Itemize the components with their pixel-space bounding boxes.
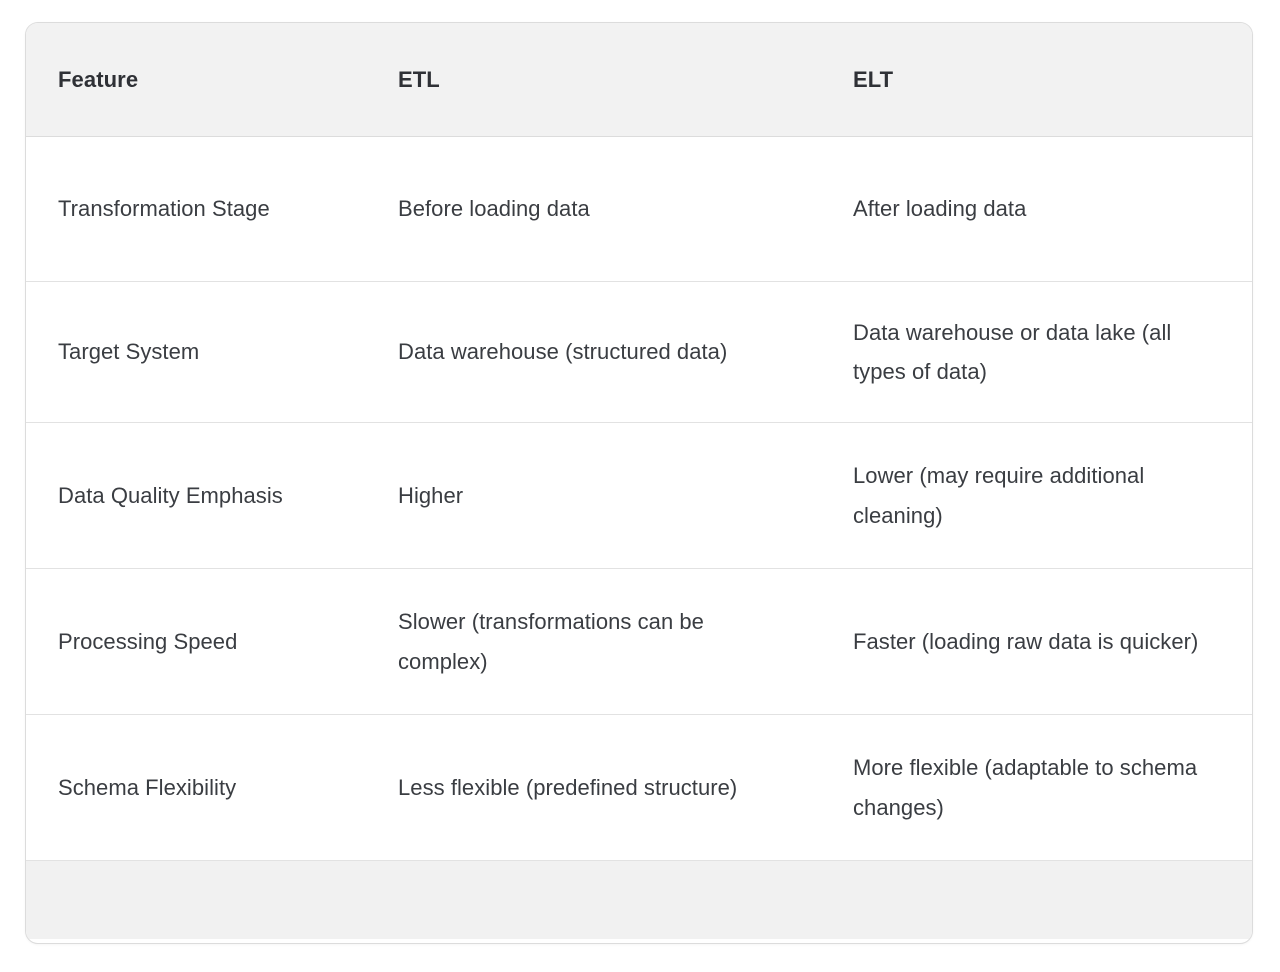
cell-feature: Transformation Stage: [26, 136, 366, 282]
cell-elt-text: Lower (may require additional cleaning): [853, 463, 1145, 528]
table-body: Transformation Stage Before loading data…: [26, 136, 1252, 861]
cell-elt: Faster (loading raw data is quicker): [821, 568, 1252, 715]
table-row: Schema Flexibility Less flexible (predef…: [26, 714, 1252, 861]
table-row: Transformation Stage Before loading data…: [26, 136, 1252, 282]
cell-etl-text: Higher: [398, 482, 464, 508]
column-header-etl-label: ETL: [398, 66, 440, 92]
header-row: Feature ETL ELT: [26, 23, 1252, 137]
cell-etl: Higher: [366, 422, 821, 569]
column-header-elt[interactable]: ELT: [821, 23, 1252, 137]
table-row: Data Quality Emphasis Higher Lower (may …: [26, 422, 1252, 569]
comparison-table-card: Feature ETL ELT Transformation Stage Bef…: [25, 22, 1253, 944]
cell-feature-text: Target System: [58, 339, 200, 365]
cell-etl: Before loading data: [366, 136, 821, 282]
table-row: Processing Speed Slower (transformations…: [26, 568, 1252, 715]
cell-etl-text: Data warehouse (structured data): [398, 339, 728, 365]
cell-etl: Slower (transformations can be complex): [366, 568, 821, 715]
cell-feature: Processing Speed: [26, 568, 366, 715]
cell-feature-text: Schema Flexibility: [58, 774, 237, 800]
table-footer: [26, 860, 1252, 939]
cell-elt-text: More flexible (adaptable to schema chang…: [853, 755, 1198, 820]
cell-elt: Data warehouse or data lake (all types o…: [821, 281, 1252, 423]
cell-elt: After loading data: [821, 136, 1252, 282]
comparison-table: Feature ETL ELT Transformation Stage Bef…: [26, 23, 1252, 939]
cell-feature: Target System: [26, 281, 366, 423]
column-header-feature[interactable]: Feature: [26, 23, 366, 137]
column-header-elt-label: ELT: [853, 66, 894, 92]
cell-etl-text: Before loading data: [398, 196, 590, 222]
cell-etl-text: Slower (transformations can be complex): [398, 609, 704, 674]
cell-etl: Data warehouse (structured data): [366, 281, 821, 423]
cell-elt-text: After loading data: [853, 196, 1027, 222]
cell-elt-text: Data warehouse or data lake (all types o…: [853, 319, 1172, 384]
cell-feature-text: Transformation Stage: [58, 196, 270, 222]
cell-etl: Less flexible (predefined structure): [366, 714, 821, 861]
column-header-etl[interactable]: ETL: [366, 23, 821, 137]
cell-elt: Lower (may require additional cleaning): [821, 422, 1252, 569]
column-header-feature-label: Feature: [58, 66, 139, 92]
cell-etl-text: Less flexible (predefined structure): [398, 774, 738, 800]
cell-feature: Schema Flexibility: [26, 714, 366, 861]
cell-elt-text: Faster (loading raw data is quicker): [853, 628, 1199, 654]
cell-feature: Data Quality Emphasis: [26, 422, 366, 569]
cell-feature-text: Data Quality Emphasis: [58, 482, 283, 508]
page-root: Feature ETL ELT Transformation Stage Bef…: [0, 0, 1280, 972]
footer-cell: [26, 860, 1252, 939]
table-row: Target System Data warehouse (structured…: [26, 281, 1252, 423]
cell-feature-text: Processing Speed: [58, 628, 238, 654]
footer-row: [26, 860, 1252, 939]
table-header: Feature ETL ELT: [26, 23, 1252, 137]
cell-elt: More flexible (adaptable to schema chang…: [821, 714, 1252, 861]
